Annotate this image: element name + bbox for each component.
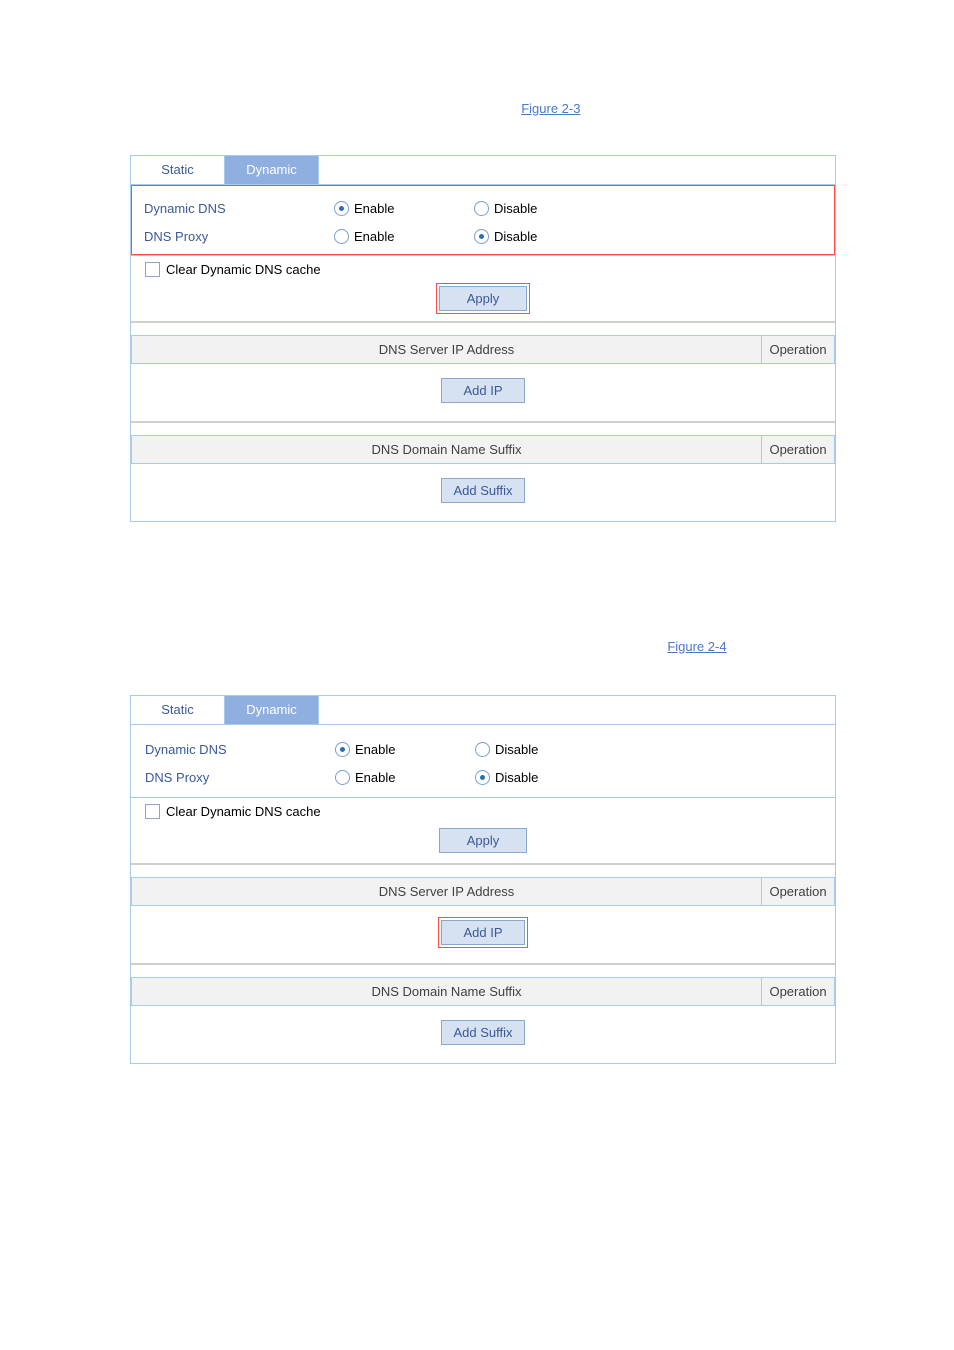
- enable-label-1a: Enable: [354, 201, 394, 216]
- dns-proxy-enable-radio-2[interactable]: [335, 770, 350, 785]
- dynamic-dns-disable-radio-1[interactable]: [474, 201, 489, 216]
- suffix-table-col-op-2: Operation: [761, 978, 834, 1005]
- tab-static-2[interactable]: Static: [131, 696, 225, 724]
- suffix-table-col-main-2: DNS Domain Name Suffix: [132, 978, 761, 1005]
- disable-label-2b: Disable: [495, 770, 538, 785]
- dynamic-dns-label-1: Dynamic DNS: [144, 201, 334, 216]
- dns-proxy-label-1: DNS Proxy: [144, 229, 334, 244]
- tab-dynamic-2[interactable]: Dynamic: [225, 696, 319, 724]
- add-ip-button-1[interactable]: Add IP: [441, 378, 525, 403]
- ip-table-col-op-2: Operation: [761, 878, 834, 905]
- tab-static-1[interactable]: Static: [131, 156, 225, 184]
- add-suffix-button-2[interactable]: Add Suffix: [441, 1020, 525, 1045]
- ip-table-col-main-1: DNS Server IP Address: [132, 336, 761, 363]
- bullet-4: Click Add IP to enter the page for confi…: [148, 637, 894, 657]
- clear-cache-checkbox-2[interactable]: [145, 804, 160, 819]
- enable-label-2b: Enable: [355, 770, 395, 785]
- dns-panel-1: Static Dynamic Dynamic DNS Enable Disabl…: [130, 155, 836, 522]
- form-area-2: Dynamic DNS Enable Disable DNS Proxy Ena…: [131, 725, 835, 797]
- clear-cache-label-1: Clear Dynamic DNS cache: [166, 262, 321, 277]
- bullet-1: Click Apply to enable the dynamic DNS fu…: [148, 540, 894, 560]
- step-1-text: Click the Dynamic tab and select Enable …: [105, 100, 894, 118]
- figure-caption-1: Figure 2-3 Enable the dynamic DNS resolu…: [60, 126, 894, 141]
- dynamic-dns-disable-radio-2[interactable]: [475, 742, 490, 757]
- suffix-table-col-main-1: DNS Domain Name Suffix: [132, 436, 761, 463]
- dns-proxy-disable-radio-2[interactable]: [475, 770, 490, 785]
- clear-cache-checkbox-1[interactable]: [145, 262, 160, 277]
- dns-proxy-label-2: DNS Proxy: [145, 770, 335, 785]
- figure-link-2-4[interactable]: Figure 2-4: [667, 639, 726, 654]
- clear-cache-label-2: Clear Dynamic DNS cache: [166, 804, 321, 819]
- add-ip-button-2[interactable]: Add IP: [441, 920, 525, 945]
- dynamic-dns-enable-radio-2[interactable]: [335, 742, 350, 757]
- suffix-table-col-op-1: Operation: [761, 436, 834, 463]
- ip-table-header-1: DNS Server IP Address Operation: [131, 335, 835, 364]
- ip-table-col-op-1: Operation: [761, 336, 834, 363]
- apply-button-2[interactable]: Apply: [439, 828, 527, 853]
- figure-caption-2: Figure 2-4 Add an IP address: [60, 666, 894, 681]
- ip-table-col-main-2: DNS Server IP Address: [132, 878, 761, 905]
- disable-label-1b: Disable: [494, 229, 537, 244]
- apply-button-1[interactable]: Apply: [439, 286, 527, 311]
- ip-table-header-2: DNS Server IP Address Operation: [131, 877, 835, 906]
- tab-dynamic-1[interactable]: Dynamic: [225, 156, 319, 184]
- dynamic-dns-label-2: Dynamic DNS: [145, 742, 335, 757]
- disable-label-1a: Disable: [494, 201, 537, 216]
- dns-panel-2: Static Dynamic Dynamic DNS Enable Disabl…: [130, 695, 836, 1064]
- disable-label-2a: Disable: [495, 742, 538, 757]
- suffix-table-header-1: DNS Domain Name Suffix Operation: [131, 435, 835, 464]
- bullet-2: To disable dynamic DNS, you need to sele…: [148, 570, 894, 590]
- dns-proxy-disable-radio-1[interactable]: [474, 229, 489, 244]
- bullet-3: To clear the dynamic DNS cache, you need…: [148, 599, 894, 619]
- add-suffix-button-1[interactable]: Add Suffix: [441, 478, 525, 503]
- figure-link-2-3[interactable]: Figure 2-3: [521, 101, 580, 116]
- enable-label-2a: Enable: [355, 742, 395, 757]
- bullet-list: Click Apply to enable the dynamic DNS fu…: [148, 540, 894, 656]
- tabs-2: Static Dynamic: [131, 696, 835, 725]
- form-area-1: Dynamic DNS Enable Disable DNS Proxy Ena…: [131, 185, 835, 255]
- dns-proxy-enable-radio-1[interactable]: [334, 229, 349, 244]
- dynamic-dns-enable-radio-1[interactable]: [334, 201, 349, 216]
- tabs-1: Static Dynamic: [131, 156, 835, 185]
- enable-label-1b: Enable: [354, 229, 394, 244]
- suffix-table-header-2: DNS Domain Name Suffix Operation: [131, 977, 835, 1006]
